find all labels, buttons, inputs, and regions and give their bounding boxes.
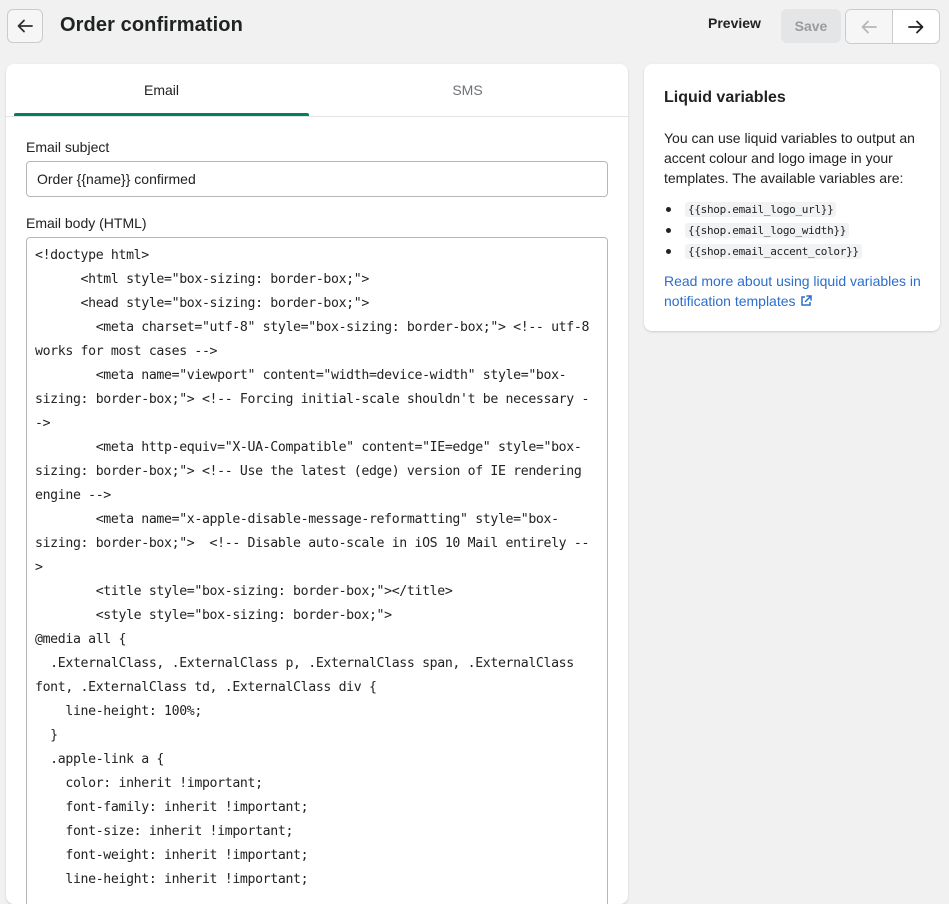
list-item: {{shop.email_accent_color}} [664, 241, 862, 262]
liquid-variables-help-link[interactable]: Read more about using liquid variables i… [664, 271, 924, 311]
email-subject-input[interactable]: Order {{name}} confirmed [26, 161, 608, 197]
code-line: <meta name="x-apple-disable-message-refo… [35, 512, 559, 527]
code-line: engine --> [35, 488, 111, 503]
email-body-label: Email body (HTML) [26, 215, 147, 231]
template-editor-card: Email SMS Email subject Order {{name}} c… [6, 64, 628, 904]
code-line: } [35, 728, 58, 743]
code-line: sizing: border-box;"> <!-- Use the lates… [35, 464, 582, 479]
email-body-textarea[interactable]: <!doctype html> <html style="box-sizing:… [26, 237, 608, 904]
save-button[interactable]: Save [781, 9, 841, 43]
variable-code: {{shop.email_accent_color}} [685, 244, 862, 259]
arrow-left-icon [861, 20, 877, 33]
channel-tabs: Email SMS [6, 64, 628, 117]
arrow-right-icon [908, 20, 924, 33]
code-line: line-height: inherit !important; [35, 872, 309, 887]
code-line: sizing: border-box;"> <!-- Forcing initi… [35, 392, 590, 407]
code-line: font-size: inherit !important; [35, 824, 294, 839]
tab-sms[interactable]: SMS [315, 64, 620, 116]
back-button[interactable] [7, 9, 43, 43]
code-line: .ExternalClass, .ExternalClass p, .Exter… [35, 656, 574, 671]
previous-button[interactable] [846, 10, 893, 43]
variable-code: {{shop.email_logo_url}} [685, 202, 837, 217]
code-line: <meta charset="utf-8" style="box-sizing:… [35, 320, 590, 335]
code-line: <!doctype html> [35, 248, 149, 263]
code-line: font, .ExternalClass td, .ExternalClass … [35, 680, 377, 695]
code-line: <meta name="viewport" content="width=dev… [35, 368, 567, 383]
code-line: <head style="box-sizing: border-box;"> [35, 296, 370, 311]
code-line: > [35, 560, 43, 575]
arrow-left-icon [17, 19, 33, 33]
tab-email[interactable]: Email [14, 64, 309, 116]
help-link-text[interactable]: Read more about using liquid variables i… [664, 273, 921, 309]
code-line: <title style="box-sizing: border-box;"><… [35, 584, 453, 599]
list-item: {{shop.email_logo_width}} [664, 220, 862, 241]
code-line: font-family: inherit !important; [35, 800, 309, 815]
pagination [845, 9, 940, 44]
code-line: <style style="box-sizing: border-box;"> [35, 608, 392, 623]
code-line: -> [35, 416, 51, 431]
code-line: sizing: border-box;"> <!-- Disable auto-… [35, 536, 590, 551]
variables-list: {{shop.email_logo_url}} {{shop.email_log… [664, 199, 862, 262]
code-line: <html style="box-sizing: border-box;"> [35, 272, 370, 287]
external-link-icon [800, 295, 812, 306]
code-line: font-weight: inherit !important; [35, 848, 309, 863]
code-line: line-height: 100%; [35, 704, 202, 719]
liquid-variables-description: You can use liquid variables to output a… [664, 130, 915, 186]
liquid-variables-title: Liquid variables [664, 89, 786, 106]
code-line: @media all { [35, 632, 127, 647]
preview-button[interactable]: Preview [700, 15, 769, 31]
code-line: works for most cases --> [35, 344, 218, 359]
variable-code: {{shop.email_logo_width}} [685, 223, 850, 238]
page-title: Order confirmation [60, 14, 243, 36]
email-subject-label: Email subject [26, 139, 110, 155]
code-line: color: inherit !important; [35, 776, 263, 791]
code-line: .apple-link a { [35, 752, 165, 767]
liquid-variables-card: Liquid variables You can use liquid vari… [644, 64, 940, 331]
next-button[interactable] [893, 10, 939, 43]
list-item: {{shop.email_logo_url}} [664, 199, 862, 220]
code-line: <meta http-equiv="X-UA-Compatible" conte… [35, 440, 582, 455]
